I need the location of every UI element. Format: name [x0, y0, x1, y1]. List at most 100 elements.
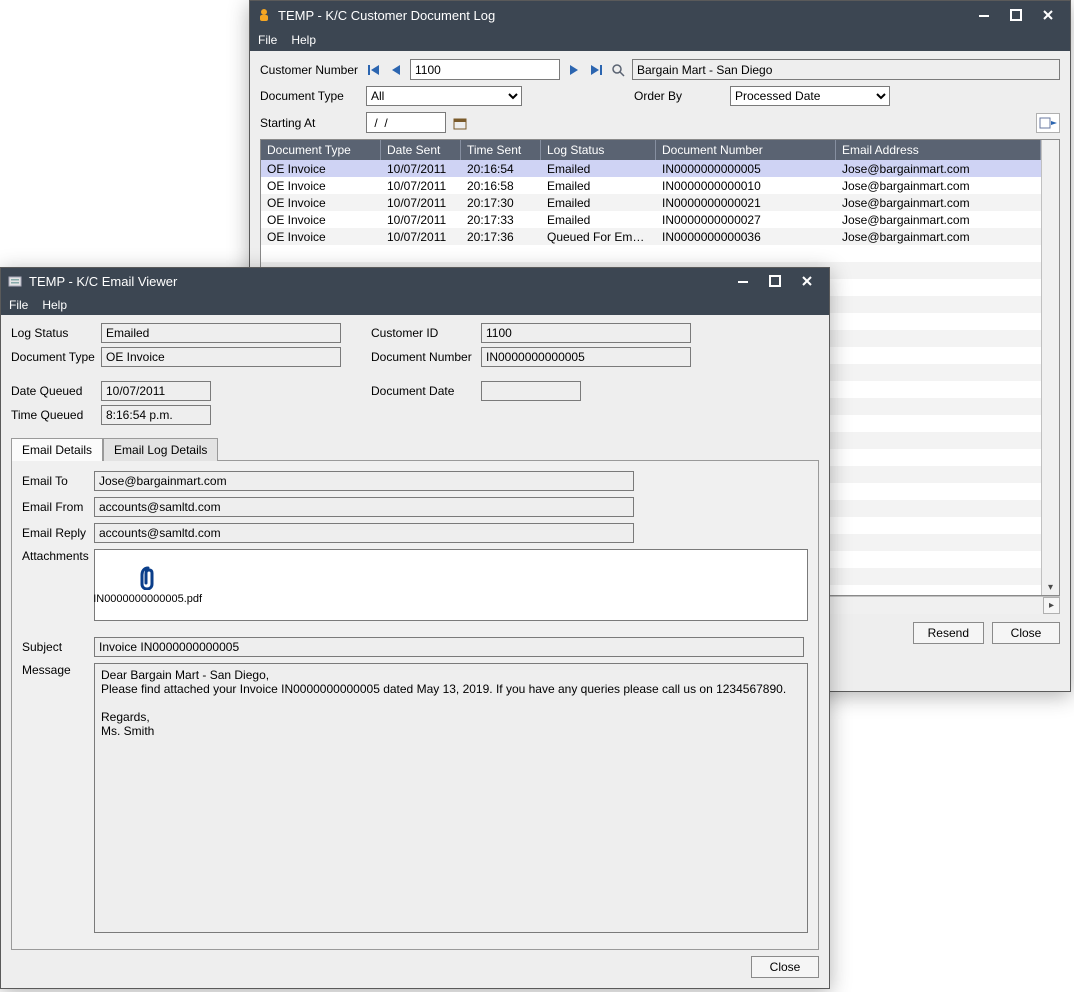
scroll-right-icon[interactable]: ▸	[1043, 597, 1060, 614]
starting-at-input[interactable]	[366, 112, 446, 133]
calendar-icon[interactable]	[452, 115, 468, 131]
minimize-button[interactable]	[968, 5, 1000, 25]
ev-client-area: Log Status Emailed Document Type OE Invo…	[1, 315, 829, 988]
customer-number-input[interactable]	[410, 59, 560, 80]
cell-date_sent: 10/07/2011	[381, 196, 461, 210]
cell-doc_type: OE Invoice	[261, 230, 381, 244]
export-icon[interactable]	[1036, 113, 1060, 133]
document-type-value: OE Invoice	[101, 347, 341, 367]
ev-close-button[interactable]: Close	[751, 956, 819, 978]
cell-time_sent: 20:16:58	[461, 179, 541, 193]
cell-log_status: Emailed	[541, 213, 656, 227]
message-body[interactable]: Dear Bargain Mart - San Diego, Please fi…	[94, 663, 808, 933]
order-by-select[interactable]: Processed Date	[730, 86, 890, 106]
attachments-box: IN0000000000005.pdf	[94, 549, 808, 621]
document-number-label: Document Number	[371, 350, 481, 364]
document-type-select[interactable]: All	[366, 86, 522, 106]
ev-menu-file[interactable]: File	[9, 298, 28, 312]
subject-label: Subject	[22, 640, 94, 654]
maximize-button[interactable]	[1000, 5, 1032, 25]
email-viewer-window: TEMP - K/C Email Viewer File Help Log St…	[0, 267, 830, 989]
ev-titlebar[interactable]: TEMP - K/C Email Viewer	[1, 268, 829, 294]
cell-doc_type: OE Invoice	[261, 179, 381, 193]
col-log-status[interactable]: Log Status	[541, 140, 656, 160]
date-queued-value: 10/07/2011	[101, 381, 211, 401]
subject-field[interactable]	[94, 637, 804, 657]
resend-button[interactable]: Resend	[913, 622, 984, 644]
log-close-button[interactable]: Close	[992, 622, 1060, 644]
document-type-label: Document Type	[260, 89, 360, 103]
email-from-field[interactable]	[94, 497, 634, 517]
cell-log_status: Emailed	[541, 179, 656, 193]
scroll-down-icon[interactable]: ▾	[1043, 580, 1058, 595]
cell-email: Jose@bargainmart.com	[836, 196, 1041, 210]
cell-time_sent: 20:17:36	[461, 230, 541, 244]
attachments-label: Attachments	[22, 549, 94, 563]
customer-id-value: 1100	[481, 323, 691, 343]
cell-time_sent: 20:17:30	[461, 196, 541, 210]
email-to-field[interactable]	[94, 471, 634, 491]
first-record-icon[interactable]	[366, 62, 382, 78]
cell-doc_number: IN0000000000036	[656, 230, 836, 244]
ev-minimize-button[interactable]	[727, 271, 759, 291]
attachment-filename: IN0000000000005.pdf	[93, 593, 202, 605]
cell-log_status: Emailed	[541, 196, 656, 210]
col-date-sent[interactable]: Date Sent	[381, 140, 461, 160]
cell-date_sent: 10/07/2011	[381, 213, 461, 227]
cell-doc_type: OE Invoice	[261, 196, 381, 210]
table-row[interactable]: OE Invoice10/07/201120:16:54EmailedIN000…	[261, 160, 1041, 177]
cell-doc_number: IN0000000000010	[656, 179, 836, 193]
customer-id-label: Customer ID	[371, 326, 481, 340]
close-window-button[interactable]	[1032, 5, 1064, 25]
last-record-icon[interactable]	[588, 62, 604, 78]
table-row[interactable]: OE Invoice10/07/201120:17:36Queued For E…	[261, 228, 1041, 245]
email-viewer-app-icon	[7, 273, 23, 289]
email-reply-field[interactable]	[94, 523, 634, 543]
log-titlebar[interactable]: TEMP - K/C Customer Document Log	[250, 1, 1070, 29]
tab-email-details[interactable]: Email Details	[11, 438, 103, 461]
table-row	[261, 245, 1041, 262]
cell-doc_type: OE Invoice	[261, 213, 381, 227]
ev-footer: Close	[11, 950, 819, 978]
cell-email: Jose@bargainmart.com	[836, 162, 1041, 176]
menu-file[interactable]: File	[258, 33, 277, 47]
finder-icon[interactable]	[610, 62, 626, 78]
ev-header-form: Log Status Emailed Document Type OE Invo…	[11, 323, 819, 425]
col-email-address[interactable]: Email Address	[836, 140, 1041, 160]
document-date-value	[481, 381, 581, 401]
email-details-panel: Email To Email From Email Reply Attachme…	[11, 460, 819, 950]
cell-log_status: Emailed	[541, 162, 656, 176]
prev-record-icon[interactable]	[388, 62, 404, 78]
ev-menu-help[interactable]: Help	[42, 298, 67, 312]
app-icon	[256, 7, 272, 23]
cell-time_sent: 20:16:54	[461, 162, 541, 176]
cell-date_sent: 10/07/2011	[381, 230, 461, 244]
grid-vertical-scrollbar[interactable]: ▾	[1041, 140, 1059, 595]
starting-at-row: Starting At	[260, 112, 1060, 133]
ev-tabstrip: Email Details Email Log Details	[11, 437, 819, 460]
col-document-type[interactable]: Document Type	[261, 140, 381, 160]
cell-doc_number: IN0000000000027	[656, 213, 836, 227]
log-status-label: Log Status	[11, 326, 101, 340]
col-time-sent[interactable]: Time Sent	[461, 140, 541, 160]
document-number-value: IN0000000000005	[481, 347, 691, 367]
cell-log_status: Queued For Emailing	[541, 230, 656, 244]
customer-number-row: Customer Number	[260, 59, 1060, 80]
cell-date_sent: 10/07/2011	[381, 162, 461, 176]
ev-maximize-button[interactable]	[759, 271, 791, 291]
email-to-label: Email To	[22, 474, 94, 488]
tab-email-log-details[interactable]: Email Log Details	[103, 438, 218, 461]
next-record-icon[interactable]	[566, 62, 582, 78]
table-row[interactable]: OE Invoice10/07/201120:17:33EmailedIN000…	[261, 211, 1041, 228]
ev-close-window-button[interactable]	[791, 271, 823, 291]
cell-email: Jose@bargainmart.com	[836, 179, 1041, 193]
table-row[interactable]: OE Invoice10/07/201120:16:58EmailedIN000…	[261, 177, 1041, 194]
log-window-title: TEMP - K/C Customer Document Log	[278, 8, 968, 23]
table-row[interactable]: OE Invoice10/07/201120:17:30EmailedIN000…	[261, 194, 1041, 211]
cell-email: Jose@bargainmart.com	[836, 213, 1041, 227]
cell-date_sent: 10/07/2011	[381, 179, 461, 193]
order-by-label: Order By	[634, 89, 724, 103]
col-document-number[interactable]: Document Number	[656, 140, 836, 160]
menu-help[interactable]: Help	[291, 33, 316, 47]
attachment-item[interactable]: IN0000000000005.pdf	[103, 566, 193, 605]
